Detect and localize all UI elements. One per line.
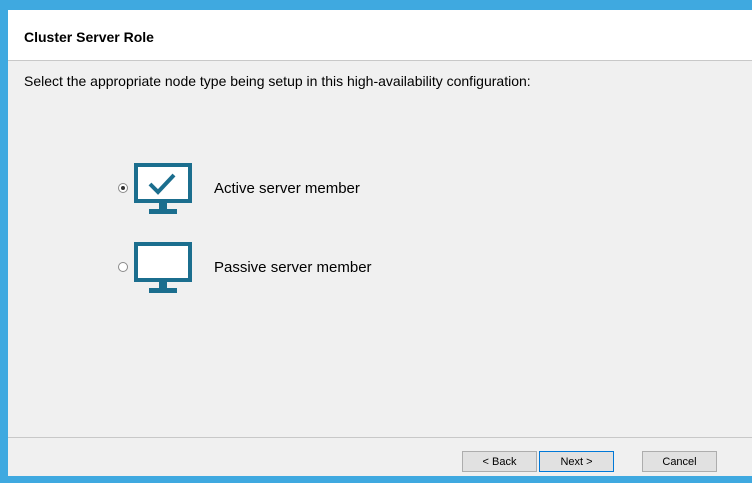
active-server-radio[interactable] bbox=[118, 183, 128, 193]
passive-server-radio[interactable] bbox=[118, 262, 128, 272]
wizard-header: Cluster Server Role bbox=[8, 10, 752, 61]
active-server-label: Active server member bbox=[214, 180, 360, 197]
wizard-window: Cluster Server Role Select the appropria… bbox=[0, 0, 752, 483]
instruction-text: Select the appropriate node type being s… bbox=[24, 73, 531, 89]
cancel-button[interactable]: Cancel bbox=[642, 451, 717, 472]
wizard-footer: < Back Next > Cancel bbox=[8, 437, 752, 476]
back-button[interactable]: < Back bbox=[462, 451, 537, 472]
wizard-content: Select the appropriate node type being s… bbox=[8, 61, 752, 437]
option-active-server[interactable]: Active server member bbox=[118, 162, 438, 218]
option-passive-server[interactable]: Passive server member bbox=[118, 241, 438, 297]
monitor-check-icon bbox=[134, 163, 192, 214]
radio-selected-dot bbox=[121, 186, 125, 190]
page-title: Cluster Server Role bbox=[24, 29, 154, 45]
passive-server-label: Passive server member bbox=[214, 259, 372, 276]
next-button[interactable]: Next > bbox=[539, 451, 614, 472]
monitor-icon bbox=[134, 242, 192, 293]
